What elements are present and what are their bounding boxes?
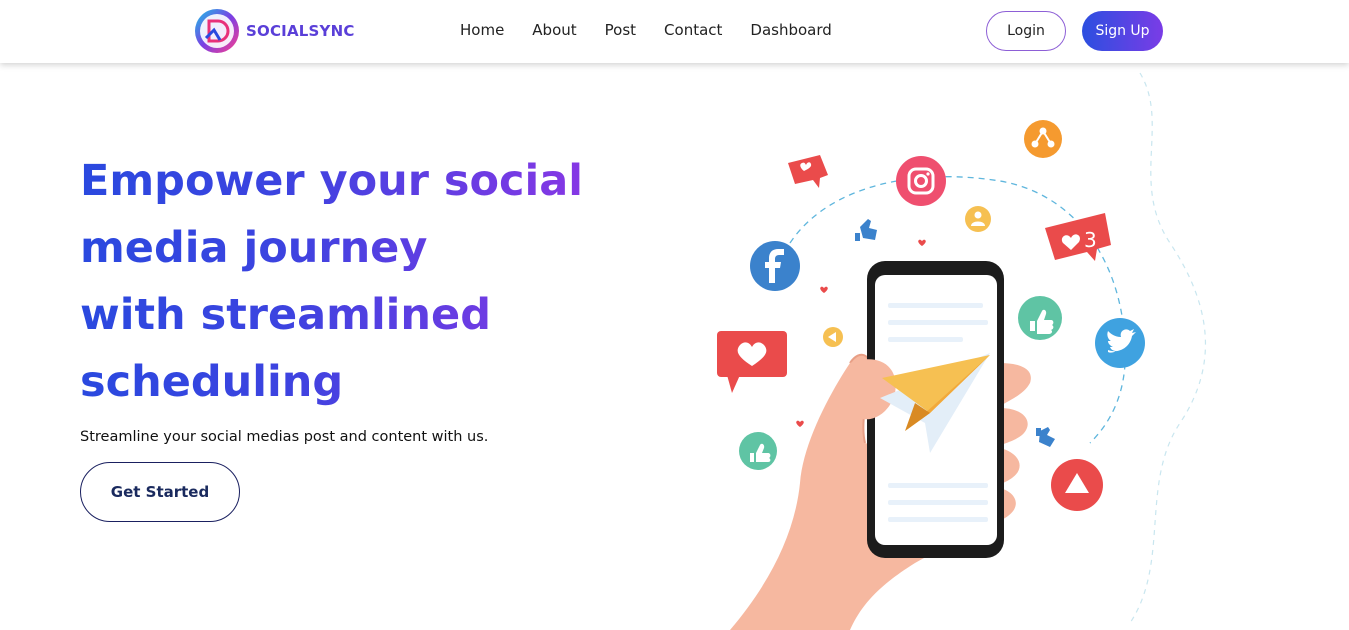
brand-logo-icon [195,9,239,53]
nav-link-home[interactable]: Home [460,21,504,39]
login-button[interactable]: Login [986,11,1066,51]
heart-chat-small-icon [788,155,828,188]
hero-title: Empower your social media journey with s… [80,148,600,416]
navbar: SOCIALSYNC Home About Post Contact Dashb… [0,0,1349,63]
thumbs-up-small-icon [1036,427,1055,447]
brand-home-link[interactable]: SOCIALSYNC [194,8,355,54]
like-icon [1018,296,1062,340]
user-icon [965,206,991,232]
social-media-illustration: 3 [717,72,1206,630]
hero-title-line: Empower your social [80,156,584,206]
share-icon [1024,120,1062,158]
nav-link-post[interactable]: Post [605,21,636,39]
hero-title-line: scheduling [80,357,344,407]
signup-button[interactable]: Sign Up [1082,11,1163,51]
nav-link-contact[interactable]: Contact [664,21,722,39]
hero-title-line: with streamlined [80,290,491,340]
nav-menu: Home About Post Contact Dashboard [460,21,860,40]
get-started-button[interactable]: Get Started [80,462,240,522]
nav-link-about[interactable]: About [532,21,576,39]
heart-notification-icon: 3 [1045,213,1111,261]
like-icon [739,432,777,470]
nav-link-dashboard[interactable]: Dashboard [750,21,831,39]
thumbs-up-small-icon [855,219,877,241]
audio-icon [823,327,843,347]
hero-title-line: media journey [80,223,428,273]
notification-count: 3 [1084,228,1097,252]
heart-chat-icon [717,331,787,393]
brand-name: SOCIALSYNC [246,22,355,40]
play-icon [1051,459,1103,511]
instagram-icon [896,156,946,206]
facebook-icon [750,241,800,291]
hero-subtitle: Streamline your social medias post and c… [80,429,489,445]
twitter-icon [1095,318,1145,368]
